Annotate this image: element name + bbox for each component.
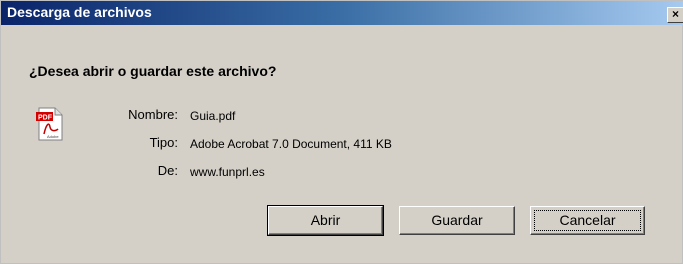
close-icon: × (671, 7, 679, 21)
save-button[interactable]: Guardar (399, 206, 515, 235)
cancel-button[interactable]: Cancelar (530, 206, 645, 235)
svg-text:PDF: PDF (38, 115, 53, 122)
cancel-button-label: Cancelar (559, 212, 616, 228)
from-label: De: (157, 163, 178, 178)
dialog-question: ¿Desea abrir o guardar este archivo? (29, 63, 277, 79)
save-button-label: Guardar (431, 212, 483, 228)
window-title: Descarga de archivos (7, 4, 152, 20)
name-label: Nombre: (128, 107, 178, 122)
open-button[interactable]: Abrir (267, 205, 384, 236)
type-value: Adobe Acrobat 7.0 Document, 411 KB (190, 137, 392, 151)
pdf-adobe-icon: PDF Adobe (36, 107, 63, 141)
close-button[interactable]: × (667, 7, 683, 23)
name-value: Guia.pdf (190, 109, 236, 123)
from-value: www.funprl.es (190, 165, 265, 179)
title-bar: Descarga de archivos × (1, 1, 683, 25)
type-label: Tipo: (149, 135, 178, 150)
file-download-dialog: Descarga de archivos × ¿Desea abrir o gu… (0, 0, 683, 264)
svg-text:Adobe: Adobe (47, 134, 59, 139)
open-button-label: Abrir (310, 212, 341, 228)
